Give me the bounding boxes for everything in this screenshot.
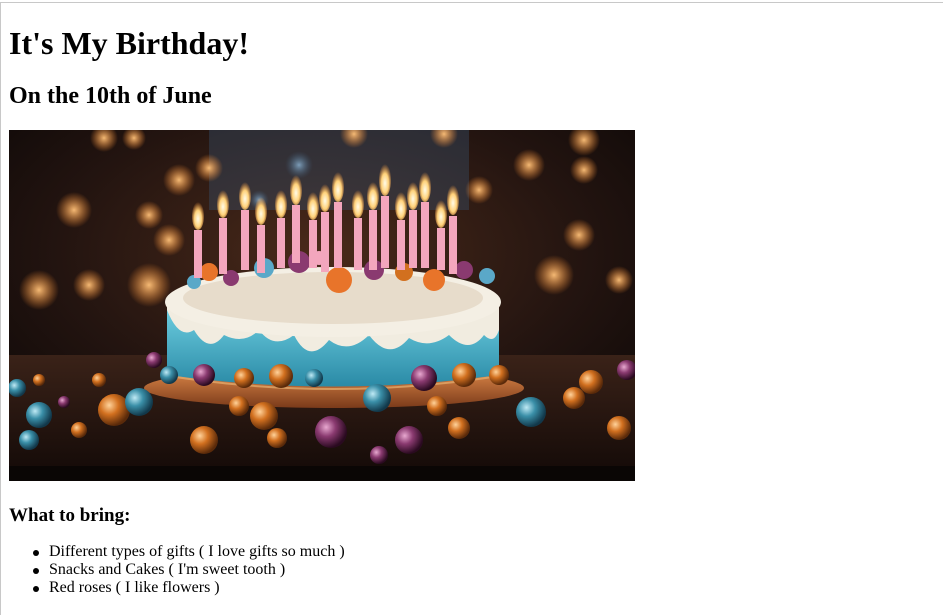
bullet-icon	[33, 568, 39, 574]
list-item-text: Snacks and Cakes ( I'm sweet tooth )	[49, 561, 286, 578]
bullet-icon	[33, 586, 39, 592]
birthday-cake-image	[9, 130, 635, 481]
bullet-icon	[33, 550, 39, 556]
window-top-border	[0, 2, 943, 3]
list-item-text: Red roses ( I like flowers )	[49, 579, 220, 596]
page-title: It's My Birthday!	[9, 25, 249, 61]
window-left-border	[0, 2, 1, 615]
bring-list: Different types of gifts ( I love gifts …	[9, 543, 345, 597]
list-item: Different types of gifts ( I love gifts …	[33, 543, 345, 561]
list-item: Snacks and Cakes ( I'm sweet tooth )	[33, 561, 345, 579]
list-item: Red roses ( I like flowers )	[33, 579, 345, 597]
list-item-text: Different types of gifts ( I love gifts …	[49, 543, 345, 560]
bring-heading: What to bring:	[9, 505, 131, 526]
page-subtitle: On the 10th of June	[9, 83, 212, 109]
